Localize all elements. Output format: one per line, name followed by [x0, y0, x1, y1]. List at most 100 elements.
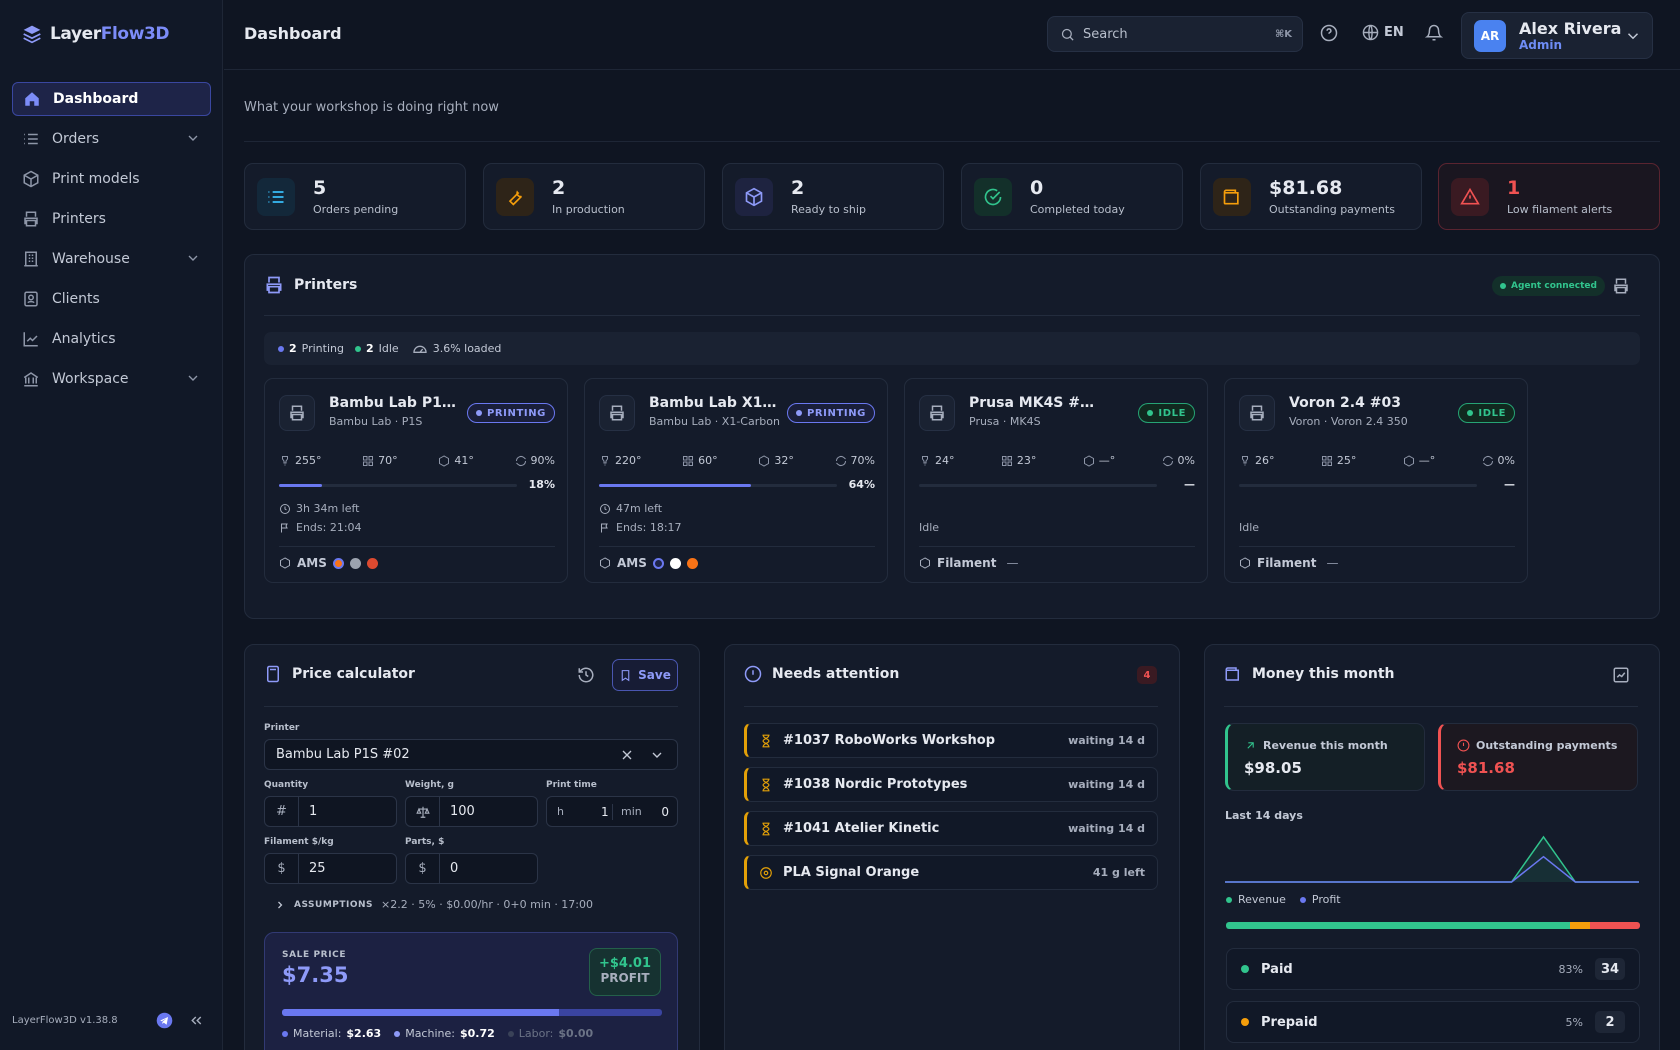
sidebar-item-printers[interactable]: Printers — [12, 202, 211, 236]
sidebar-item-dashboard[interactable]: Dashboard — [12, 82, 211, 116]
nozzle-value: 255° — [295, 454, 322, 467]
sidebar-item-print-models[interactable]: Print models — [12, 162, 211, 196]
clear-icon[interactable] — [619, 747, 635, 763]
filament-value: — — [1006, 556, 1019, 570]
printer-select[interactable]: Bambu Lab P1S #02 — [264, 739, 678, 770]
sidebar-item-warehouse[interactable]: Warehouse — [12, 242, 211, 276]
hash-icon: # — [265, 797, 299, 826]
assumptions-toggle[interactable]: ASSUMPTIONS ×2.2 · 5% · $0.00/hr · 0+0 m… — [274, 898, 593, 911]
app-logo[interactable]: LayerFlow3D — [22, 24, 170, 44]
revenue-line — [1225, 835, 1639, 883]
sidebar-item-analytics[interactable]: Analytics — [12, 322, 211, 356]
telegram-icon[interactable] — [156, 1012, 173, 1029]
divider — [244, 141, 1660, 142]
ams-slot[interactable] — [652, 557, 664, 569]
printer-icon — [919, 395, 955, 431]
sidebar-item-orders[interactable]: Orders — [12, 122, 211, 156]
print-time-input[interactable]: h 1 min 0 — [546, 796, 678, 827]
dollar-icon: $ — [406, 854, 440, 883]
chamber-temp: —° — [1403, 454, 1435, 467]
ams-slot[interactable] — [349, 557, 361, 569]
money-title-text: Money this month — [1252, 666, 1395, 682]
loaded-label: 3.6% loaded — [432, 342, 502, 355]
payment-status-row[interactable]: Paid 83% 34 — [1226, 948, 1640, 990]
save-button[interactable]: Save — [612, 659, 678, 691]
outstanding-card[interactable]: Outstanding payments $81.68 — [1438, 723, 1638, 791]
printer-card[interactable]: Bambu Lab X1-Carbon #01 Bambu Lab · X1-C… — [584, 378, 888, 583]
fan-icon — [1482, 455, 1493, 466]
bed-icon — [363, 455, 374, 466]
ams-slot[interactable] — [669, 557, 681, 569]
printer-card[interactable]: Voron 2.4 #03 Voron · Voron 2.4 350 IDLE… — [1224, 378, 1528, 583]
legend-dot — [1299, 896, 1306, 903]
agent-status-badge: Agent connected — [1492, 276, 1605, 296]
payment-status-label: Paid — [1261, 961, 1293, 977]
language-switcher[interactable]: EN — [1362, 24, 1404, 41]
sidebar-item-clients[interactable]: Clients — [12, 282, 211, 316]
weight-input[interactable]: 100 — [405, 796, 538, 827]
printer-card[interactable]: Prusa MK4S #04 Prusa · MK4S IDLE 24° 23°… — [904, 378, 1208, 583]
attention-item[interactable]: #1037 RoboWorks Workshop waiting 14 d — [744, 723, 1158, 758]
divider — [279, 546, 555, 547]
payment-status-row[interactable]: Prepaid 5% 2 — [1226, 1001, 1640, 1043]
collapse-sidebar-icon[interactable] — [188, 1012, 205, 1029]
printer-settings-icon[interactable] — [1612, 277, 1630, 295]
stat-completed-today[interactable]: 0 Completed today — [961, 163, 1183, 230]
chamber-value: 32° — [774, 454, 794, 467]
end-time-value: Ends: 21:04 — [296, 521, 362, 534]
end-time-value: Ends: 18:17 — [616, 521, 682, 534]
ams-slot[interactable] — [366, 557, 378, 569]
printing-dot — [278, 345, 284, 352]
assumptions-summary: ×2.2 · 5% · $0.00/hr · 0+0 min · 17:00 — [381, 898, 594, 911]
attention-item-label: #1038 Nordic Prototypes — [783, 777, 968, 792]
ams-label: AMS — [297, 556, 327, 570]
chevron-down-icon[interactable] — [185, 130, 201, 146]
arrow-up-right-icon — [1247, 742, 1254, 749]
bell-icon[interactable] — [1425, 24, 1443, 42]
attention-item[interactable]: PLA Signal Orange 41 g left — [744, 855, 1158, 890]
progress-percent: 64% — [848, 478, 875, 491]
stat-ready-to-ship[interactable]: 2 Ready to ship — [722, 163, 944, 230]
bank-icon — [23, 372, 39, 387]
stat-orders-pending[interactable]: 5 Orders pending — [244, 163, 466, 230]
save-label: Save — [638, 668, 671, 682]
chevron-down-icon[interactable] — [649, 747, 665, 763]
printer-card[interactable]: Bambu Lab P1S #02 Bambu Lab · P1S PRINTI… — [264, 378, 568, 583]
status-label: PRINTING — [806, 407, 866, 419]
attention-item-label: PLA Signal Orange — [783, 865, 920, 880]
stat-low-filament-alerts[interactable]: 1 Low filament alerts — [1438, 163, 1660, 230]
spool-icon — [280, 557, 290, 569]
quantity-input[interactable]: #1 — [264, 796, 397, 827]
hours-value[interactable]: 1 — [601, 805, 609, 819]
hourglass-icon — [762, 734, 770, 747]
search-input[interactable]: Search ⌘K — [1047, 16, 1303, 52]
attention-item[interactable]: #1041 Atelier Kinetic waiting 14 d — [744, 811, 1158, 846]
chamber-value: 41° — [454, 454, 474, 467]
attention-item[interactable]: #1038 Nordic Prototypes waiting 14 d — [744, 767, 1158, 802]
parts-cost-value: 0 — [450, 861, 459, 876]
spool-icon — [760, 866, 772, 879]
ams-slot[interactable] — [686, 557, 698, 569]
chart-legend: Revenue Profit — [1226, 893, 1341, 906]
ams-slot[interactable] — [332, 557, 344, 569]
history-icon[interactable] — [577, 666, 595, 684]
stat-in-production[interactable]: 2 In production — [483, 163, 705, 230]
user-menu[interactable]: AR Alex Rivera Admin — [1461, 12, 1653, 59]
chevron-down-icon[interactable] — [185, 250, 201, 266]
parts-cost-input[interactable]: $0 — [405, 853, 538, 884]
labor-cost: Labor: $0.00 — [507, 1027, 593, 1040]
agent-status-label: Agent connected — [1511, 281, 1597, 291]
chevron-down-icon[interactable] — [185, 370, 201, 386]
help-icon[interactable] — [1320, 24, 1338, 42]
layers-logo-icon — [23, 25, 41, 44]
sidebar-item-label: Printers — [52, 211, 106, 227]
revenue-card[interactable]: Revenue this month $98.05 — [1225, 723, 1425, 791]
filament-cost-input[interactable]: $25 — [264, 853, 397, 884]
analytics-link-icon[interactable] — [1612, 666, 1630, 684]
minutes-value[interactable]: 0 — [661, 805, 669, 819]
sidebar-item-workspace[interactable]: Workspace — [12, 362, 211, 396]
quantity-value: 1 — [309, 804, 318, 819]
hourglass-icon — [762, 778, 770, 791]
stat-outstanding-payments[interactable]: $81.68 Outstanding payments — [1200, 163, 1422, 230]
sidebar-item-label: Analytics — [52, 331, 116, 347]
